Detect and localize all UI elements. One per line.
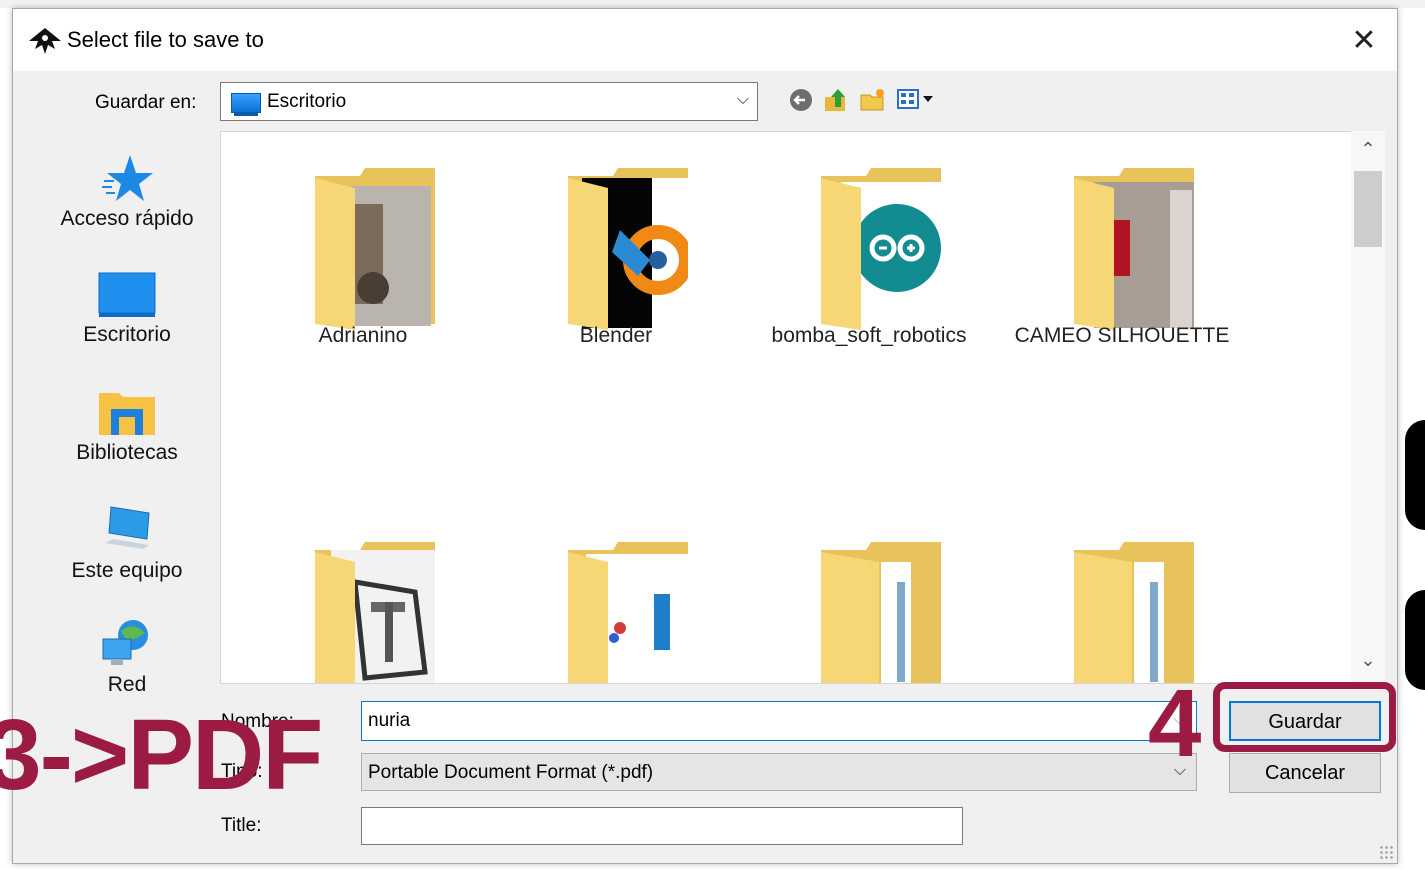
star-icon: [102, 155, 153, 201]
desktop-folder-icon: [231, 93, 261, 116]
network-icon: [102, 620, 148, 665]
lookin-label: Guardar en:: [95, 92, 197, 113]
lookin-dropdown[interactable]: Escritorio ⌵: [220, 82, 758, 121]
place-quick-access[interactable]: Acceso rápido: [31, 153, 223, 231]
background-shape: [1405, 590, 1425, 690]
folder-icon: [821, 542, 941, 683]
place-desktop[interactable]: Escritorio: [31, 271, 223, 347]
inkscape-icon: [29, 28, 61, 54]
computer-icon: [105, 506, 150, 549]
cancel-button[interactable]: Cancelar: [1229, 753, 1381, 793]
title-label: Title:: [221, 815, 262, 836]
folder-label: Blender: [579, 324, 653, 347]
file-type-dropdown[interactable]: Portable Document Format (*.pdf) ⌵: [361, 753, 1197, 791]
folder-icon: [821, 168, 941, 330]
annotation-step-4: 4: [1148, 670, 1201, 777]
new-folder-icon[interactable]: [858, 85, 888, 115]
background-shape: [1405, 420, 1425, 530]
place-label: Red: [107, 673, 147, 696]
place-label: Bibliotecas: [76, 441, 178, 464]
library-icon: [99, 393, 155, 435]
folder-icon: [315, 168, 435, 330]
back-icon[interactable]: [786, 85, 816, 115]
scroll-thumb[interactable]: [1354, 171, 1382, 247]
folder-label: bomba_soft_robotics: [771, 324, 967, 347]
annotation-highlight-box: [1213, 682, 1396, 752]
place-label: Acceso rápido: [60, 207, 194, 230]
place-label: Este equipo: [71, 559, 183, 582]
title-bar: Select file to save to ✕: [13, 9, 1397, 71]
vertical-scrollbar[interactable]: ⌃ ⌄: [1351, 131, 1385, 684]
folder-icon: [568, 168, 688, 330]
scroll-down-button[interactable]: ⌄: [1351, 650, 1385, 680]
up-folder-icon[interactable]: [821, 85, 851, 115]
place-network[interactable]: Red: [31, 617, 223, 697]
place-this-pc[interactable]: Este equipo: [31, 503, 223, 583]
chevron-down-icon: ⌄: [1360, 650, 1376, 670]
close-icon: ✕: [1351, 24, 1377, 57]
lookin-value: Escritorio: [267, 91, 347, 112]
file-type-value: Portable Document Format (*.pdf): [368, 762, 654, 783]
file-list-view: Adrianino Blender bomba_soft_robotics CA…: [220, 131, 1384, 684]
folder-icon: [568, 542, 688, 683]
dialog-title: Select file to save to: [67, 27, 264, 52]
chevron-up-icon: ⌃: [1360, 139, 1376, 159]
folder-label: Adrianino: [318, 324, 408, 347]
place-label: Escritorio: [83, 323, 171, 346]
folder-icon: [1074, 542, 1194, 683]
close-button[interactable]: ✕: [1341, 21, 1387, 61]
desktop-icon: [98, 272, 156, 317]
place-libraries[interactable]: Bibliotecas: [31, 387, 223, 465]
chevron-down-icon: ⌵: [736, 91, 749, 108]
places-bar: Acceso rápido Escritorio Bibliotecas Est…: [31, 131, 223, 696]
view-menu-icon[interactable]: [895, 85, 941, 115]
scroll-up-button[interactable]: ⌃: [1351, 139, 1385, 169]
title-input[interactable]: [361, 807, 963, 845]
folder-label: CAMEO SILHOUETTE: [1014, 324, 1230, 347]
background-strip: [0, 0, 1425, 8]
folder-icon: [1074, 168, 1194, 330]
file-name-input[interactable]: [361, 701, 1197, 741]
annotation-step-3: 3->PDF: [0, 699, 323, 811]
folder-icon: [315, 542, 435, 683]
resize-grip[interactable]: [1379, 845, 1393, 859]
